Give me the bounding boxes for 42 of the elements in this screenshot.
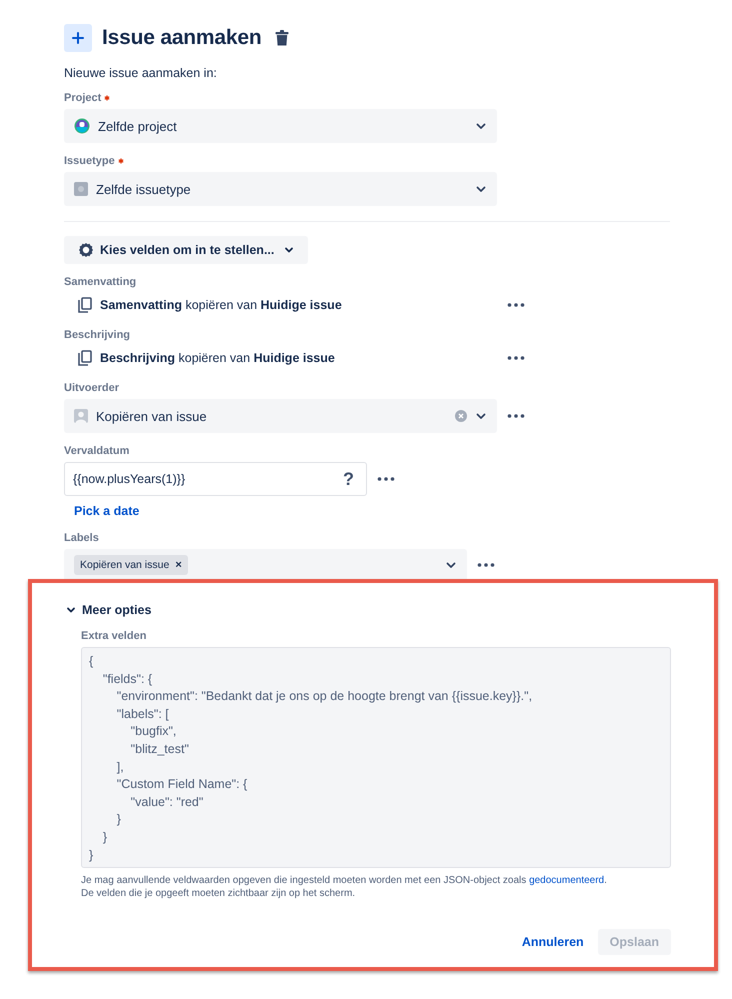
more-icon	[507, 356, 525, 360]
project-select[interactable]: Zelfde project	[64, 109, 497, 143]
trash-icon[interactable]	[275, 30, 290, 46]
more-options-toggle[interactable]: Meer opties	[66, 603, 671, 617]
field-picker-button[interactable]: Kies velden om in te stellen...	[64, 236, 308, 264]
docs-link[interactable]: gedocumenteerd	[529, 875, 604, 886]
field-label: Uitvoerder	[64, 382, 120, 394]
plus-icon	[72, 32, 84, 44]
help-text: Je mag aanvullende veldwaarden opgeven die ingesteld moeten worden met een JSON-object zoals gedocumenteerd. De velden die je opgeeft moeten zichtbaar zijn op het scherm.	[81, 874, 608, 900]
add-button[interactable]	[64, 24, 92, 52]
cancel-button[interactable]: Annuleren	[522, 929, 584, 955]
label-tag: Kopiëren van issue ×	[74, 555, 188, 575]
project-icon	[74, 118, 90, 134]
copy-rule-text: Beschrijving kopiëren van Huidige issue	[100, 351, 335, 365]
date-input-field[interactable]: {{now.plusYears(1)}} ?	[64, 462, 367, 496]
field-label: Beschrijving	[64, 329, 130, 341]
help-button[interactable]: ?	[339, 468, 358, 490]
more-icon	[477, 563, 495, 567]
field-label: Labels	[64, 532, 99, 544]
code-editor[interactable]: { "fields": { "environment": "Bedankt dat je ons op de hoogte brengt van {{issue.key}}.", "labels": [ "bugfix", "blitz_test" ], "Custom Field Name": { "value": "red" } } }	[81, 647, 671, 868]
subtitle: Nieuwe issue aanmaken in:	[64, 66, 218, 80]
more-icon	[507, 303, 525, 307]
issue-type-icon	[74, 182, 88, 196]
assignee-select[interactable]: Kopiëren van issue	[64, 399, 497, 433]
more-icon	[507, 414, 525, 418]
field-label: Vervaldatum	[64, 445, 130, 457]
copy-rule-text: Samenvatting kopiëren van Huidige issue	[100, 298, 342, 312]
issue-type-select[interactable]: Zelfde issuetype	[64, 172, 497, 206]
pick-date-link[interactable]: Pick a date	[74, 504, 140, 518]
avatar-icon	[74, 409, 88, 423]
settings-icon	[78, 242, 94, 258]
page-title: Issue aanmaken	[102, 26, 262, 50]
field-label: Project	[64, 92, 102, 104]
copy-icon	[78, 350, 92, 366]
field-label: Extra velden	[81, 630, 146, 642]
labels-select[interactable]: Kopiëren van issue ×	[64, 549, 467, 581]
field-label: Issuetype	[64, 155, 115, 167]
chevron-down-icon	[284, 245, 294, 255]
copy-icon	[78, 297, 92, 313]
remove-tag-button[interactable]: ×	[175, 559, 182, 571]
field-label: Samenvatting	[64, 276, 136, 288]
more-icon	[377, 477, 395, 481]
